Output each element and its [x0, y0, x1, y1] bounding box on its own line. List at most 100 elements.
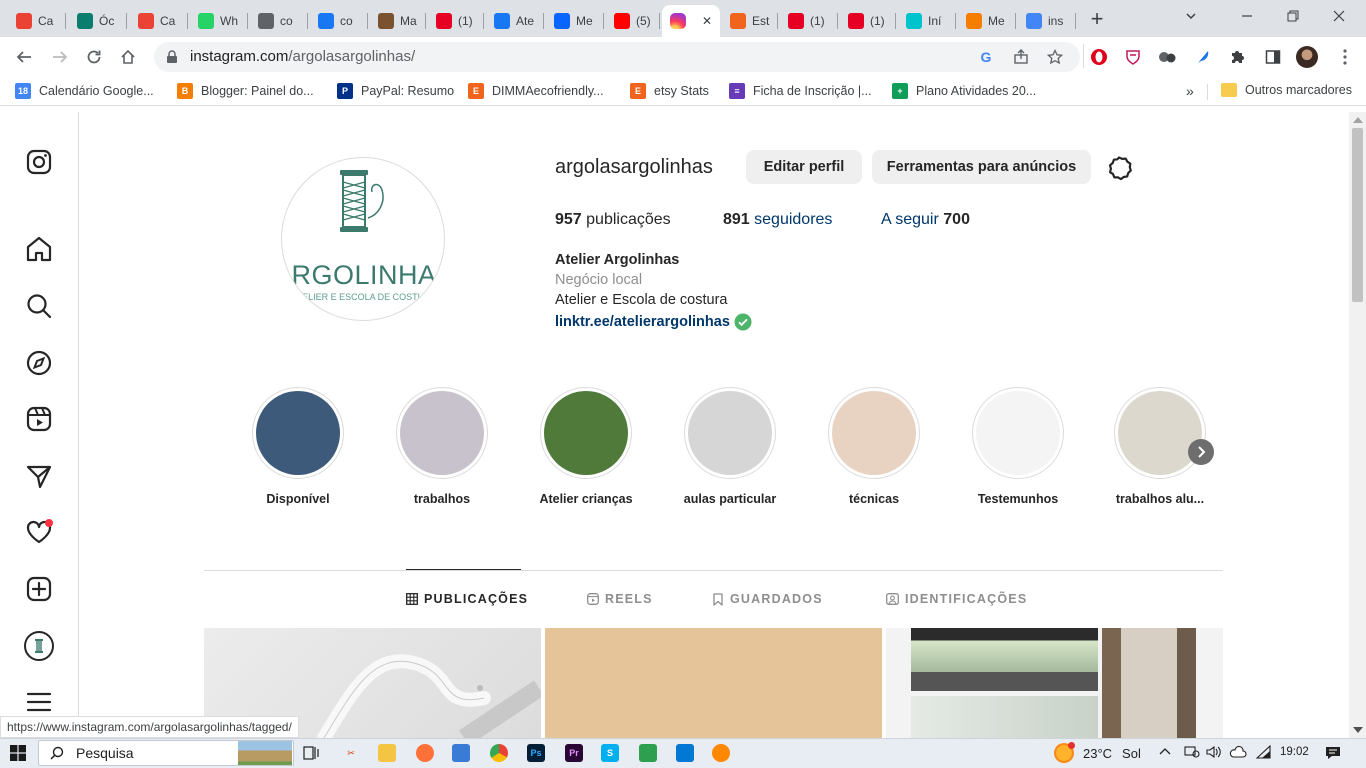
reload-button[interactable]: [82, 45, 106, 69]
file-explorer-icon[interactable]: [378, 744, 396, 762]
scroll-up-arrow[interactable]: [1353, 117, 1363, 123]
highlights-next-button[interactable]: [1188, 439, 1214, 465]
browser-tab[interactable]: co: [310, 5, 368, 37]
photoshop-icon[interactable]: Ps: [527, 744, 545, 762]
menu-button[interactable]: [1334, 46, 1356, 68]
bookmark-item[interactable]: B Blogger: Painel do...: [177, 83, 314, 99]
google-lens-button[interactable]: G: [975, 46, 997, 68]
ad-tools-button[interactable]: Ferramentas para anúncios: [872, 150, 1091, 184]
highlight-circle[interactable]: [1114, 387, 1206, 479]
highlight-circle[interactable]: [396, 387, 488, 479]
messages-nav-icon[interactable]: [25, 462, 53, 490]
tab-tagged[interactable]: IDENTIFICAÇÕES: [886, 592, 1027, 606]
url-text[interactable]: instagram.com/argolasargolinhas/: [190, 48, 415, 65]
other-bookmarks-folder[interactable]: Outros marcadores: [1221, 83, 1352, 97]
scrollbar-thumb[interactable]: [1352, 128, 1363, 302]
tab-posts[interactable]: PUBLICAÇÕES: [406, 592, 528, 606]
bookmark-item[interactable]: Eetsy Stats: [630, 83, 709, 99]
extension-opera[interactable]: [1088, 46, 1110, 68]
tray-onedrive-button[interactable]: [1229, 745, 1247, 764]
reels-nav-icon[interactable]: [25, 405, 53, 433]
browser-tab[interactable]: Est: [722, 5, 778, 37]
vlc-icon[interactable]: [712, 744, 730, 762]
tray-network-button[interactable]: [1184, 745, 1200, 764]
highlight-circle[interactable]: [828, 387, 920, 479]
post-thumbnail[interactable]: [545, 628, 882, 738]
highlight-circle[interactable]: [684, 387, 776, 479]
store-icon[interactable]: [676, 744, 694, 762]
home-button[interactable]: [116, 45, 140, 69]
bookmark-item[interactable]: ≡ Ficha de Inscrição |...: [729, 83, 872, 99]
snip-app-icon[interactable]: ✂: [342, 744, 360, 762]
browser-tab[interactable]: co: [250, 5, 308, 37]
task-view-button[interactable]: [302, 744, 320, 767]
extension-shield[interactable]: [1122, 46, 1144, 68]
tab-search-button[interactable]: [1168, 0, 1214, 32]
weather-widget[interactable]: 23°C Sol: [1054, 742, 1141, 763]
more-menu-icon[interactable]: [25, 688, 53, 716]
extension-feather[interactable]: [1192, 46, 1214, 68]
followers-link[interactable]: 891 seguidores: [723, 211, 832, 229]
following-link[interactable]: A seguir 700: [881, 211, 970, 229]
tray-wifi-button[interactable]: [1255, 744, 1272, 764]
photo-app-icon[interactable]: [452, 744, 470, 762]
highlight-circle[interactable]: [252, 387, 344, 479]
browser-profile-button[interactable]: [1296, 46, 1318, 68]
browser-tab[interactable]: Óc: [69, 5, 127, 37]
green-app-icon[interactable]: [639, 744, 657, 762]
explore-nav-icon[interactable]: [25, 349, 53, 377]
browser-tab[interactable]: Iní: [898, 5, 956, 37]
bookmark-item[interactable]: E DIMMAecofriendly...: [468, 83, 604, 99]
firefox-icon[interactable]: [416, 744, 434, 762]
edit-profile-button[interactable]: Editar perfil: [746, 150, 862, 184]
bookmarks-overflow-button[interactable]: »: [1186, 83, 1194, 99]
bookmark-star-button[interactable]: [1044, 46, 1066, 68]
scroll-down-arrow[interactable]: [1353, 727, 1363, 733]
browser-tab[interactable]: Ca: [130, 5, 188, 37]
start-button[interactable]: [10, 745, 26, 766]
action-center-button[interactable]: [1324, 744, 1342, 767]
bookmark-item[interactable]: + Plano Atividades 20...: [892, 83, 1036, 99]
extension-spheres[interactable]: [1156, 46, 1178, 68]
browser-tab[interactable]: Ma: [370, 5, 426, 37]
tray-clock[interactable]: 19:02: [1280, 746, 1309, 758]
share-button[interactable]: [1010, 46, 1032, 68]
browser-tab[interactable]: (5): [606, 5, 660, 37]
browser-tab[interactable]: ins: [1018, 5, 1076, 37]
highlight-circle[interactable]: [540, 387, 632, 479]
extensions-button[interactable]: [1226, 46, 1248, 68]
browser-tab[interactable]: (1): [428, 5, 484, 37]
browser-tab[interactable]: Wh: [190, 5, 248, 37]
tab-reels[interactable]: REELS: [587, 592, 653, 606]
create-nav-icon[interactable]: [25, 575, 53, 603]
restore-button[interactable]: [1270, 0, 1316, 32]
browser-tab[interactable]: ✕: [662, 5, 720, 37]
premiere-icon[interactable]: Pr: [565, 744, 583, 762]
browser-tab[interactable]: (1): [780, 5, 838, 37]
profile-avatar[interactable]: ARGOLINHAS ATELIER E ESCOLA DE COSTURA: [281, 157, 445, 321]
tray-volume-button[interactable]: [1206, 745, 1222, 764]
minimize-button[interactable]: [1224, 0, 1270, 32]
bookmark-item[interactable]: P PayPal: Resumo: [337, 83, 454, 99]
tray-overflow-button[interactable]: [1158, 745, 1172, 764]
browser-tab[interactable]: Me: [546, 5, 604, 37]
side-panel-button[interactable]: [1262, 46, 1284, 68]
profile-nav-avatar[interactable]: [24, 631, 54, 661]
close-tab-icon[interactable]: ✕: [702, 14, 712, 28]
post-thumbnail[interactable]: [886, 628, 1223, 738]
settings-button[interactable]: [1105, 154, 1133, 182]
highlight-circle[interactable]: [972, 387, 1064, 479]
forward-button[interactable]: [48, 45, 72, 69]
browser-tab[interactable]: (1): [840, 5, 896, 37]
home-nav-icon[interactable]: [25, 235, 53, 263]
new-tab-button[interactable]: +: [1084, 6, 1110, 32]
profile-link[interactable]: linktr.ee/atelierargolinhas: [555, 313, 752, 331]
tab-saved[interactable]: GUARDADOS: [712, 592, 823, 606]
search-nav-icon[interactable]: [25, 292, 53, 320]
back-button[interactable]: [12, 45, 36, 69]
close-window-button[interactable]: [1316, 0, 1362, 32]
browser-tab[interactable]: Ca: [8, 5, 66, 37]
instagram-logo-icon[interactable]: [25, 148, 53, 176]
browser-tab[interactable]: Me: [958, 5, 1016, 37]
skype-icon[interactable]: S: [601, 744, 619, 762]
